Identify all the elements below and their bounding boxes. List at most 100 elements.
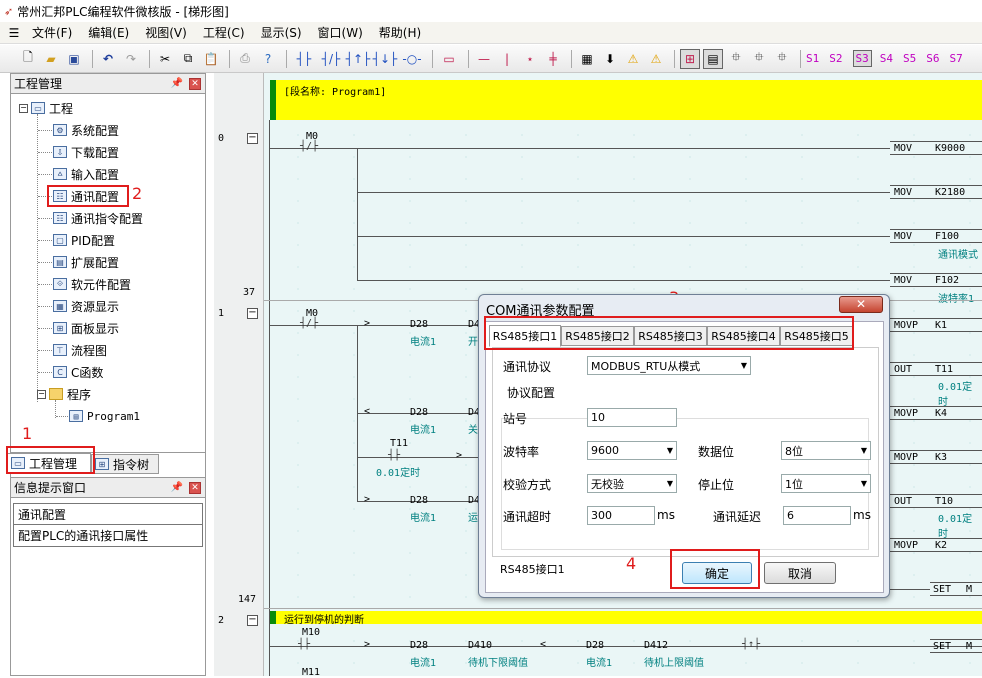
tree-item-extension-config[interactable]: ▤ 扩展配置 (53, 253, 119, 271)
compare-gt-icon[interactable]: > (364, 318, 370, 329)
pin-icon[interactable]: 📌 (171, 482, 183, 493)
protocol-select[interactable]: MODBUS_RTU从模式 ▼ (587, 356, 751, 375)
undo-icon[interactable]: ↶ (98, 49, 118, 69)
no-contact-icon[interactable]: ┤├ (298, 639, 310, 650)
horizontal-line-icon[interactable]: — (474, 49, 494, 69)
collapse-rung-icon[interactable]: − (247, 615, 258, 626)
compare-lt-icon[interactable]: < (540, 639, 546, 650)
redo-icon[interactable]: ↷ (121, 49, 141, 69)
contact-fall-icon[interactable]: ┤↓├ (373, 49, 398, 69)
menu-window[interactable]: 窗口(W) (316, 23, 365, 42)
cancel-button[interactable]: 取消 (764, 562, 836, 584)
cmd-box[interactable]: OUT T11 (890, 362, 982, 376)
module-icon[interactable]: ⯐ (772, 49, 792, 69)
close-icon[interactable]: ✕ (189, 77, 201, 90)
save-icon[interactable]: ▣ (64, 49, 84, 69)
copy-icon[interactable]: ⧉ (178, 49, 198, 69)
station-input[interactable]: 10 (587, 408, 677, 427)
menu-project[interactable]: 工程(C) (201, 23, 247, 42)
cmd-box[interactable]: SET M (930, 582, 982, 596)
new-file-icon[interactable]: 🗋 (18, 49, 38, 69)
compare-gt-icon[interactable]: > (364, 639, 370, 650)
menu-edit[interactable]: 编辑(E) (86, 23, 131, 42)
tab-instruction-tree[interactable]: ⊞ 指令树 (91, 454, 159, 474)
chip-icon[interactable]: ⯐ (726, 49, 746, 69)
menu-help[interactable]: 帮助(H) (377, 23, 423, 42)
cmd-box[interactable]: OUT T10 (890, 494, 982, 508)
s3-button[interactable]: S3 (852, 50, 872, 67)
dialog-close-button[interactable]: ✕ (839, 296, 883, 313)
collapse-icon[interactable]: − (37, 389, 46, 399)
contact-rise-icon[interactable]: ┤↑├ (346, 49, 371, 69)
menu-display[interactable]: 显示(S) (259, 23, 304, 42)
warning-icon[interactable]: ⚠ (623, 49, 643, 69)
s7-button[interactable]: S7 (950, 52, 963, 65)
tree-item-resource-display[interactable]: ▦ 资源显示 (53, 297, 119, 315)
compare-gt-icon[interactable]: > (456, 450, 462, 461)
s6-button[interactable]: S6 (926, 52, 939, 65)
cmd-box[interactable]: MOV K2180 (890, 185, 982, 199)
cmd-box[interactable]: SET M (930, 639, 982, 653)
download-icon[interactable]: ⬇ (600, 49, 620, 69)
print-icon[interactable]: ⎙ (235, 49, 255, 69)
s5-button[interactable]: S5 (903, 52, 916, 65)
tree-item-panel-display[interactable]: ⊞ 面板显示 (53, 319, 119, 337)
cmd-box[interactable]: MOVP K1 (890, 318, 982, 332)
nc-contact-icon[interactable]: ┤/├ (300, 141, 318, 152)
warning-alt-icon[interactable]: ⚠ (646, 49, 666, 69)
nc-contact-icon[interactable]: ┤/├ (300, 318, 318, 329)
timeout-input[interactable]: 300 (587, 506, 655, 525)
tree-item-soft-element-config[interactable]: ⟐ 软元件配置 (53, 275, 131, 293)
contact-no-icon[interactable]: ┤├ (292, 49, 316, 69)
tree-root[interactable]: − ▭ 工程 (19, 99, 73, 117)
tree-item-c-function[interactable]: C C函数 (53, 363, 103, 381)
contact-nc-icon[interactable]: ┤/├ (319, 49, 343, 69)
cmd-box[interactable]: MOVP K3 (890, 450, 982, 464)
s4-button[interactable]: S4 (880, 52, 893, 65)
collapse-rung-icon[interactable]: − (247, 133, 258, 144)
cut-icon[interactable]: ✂ (155, 49, 175, 69)
paste-icon[interactable]: 📋 (201, 49, 221, 69)
tree-item-system-config[interactable]: ⚙ 系统配置 (53, 121, 119, 139)
no-contact-icon[interactable]: ┤├ (388, 450, 400, 461)
databits-select[interactable]: 8位 ▼ (781, 441, 871, 460)
tree-item-pid-config[interactable]: ▢ PID配置 (53, 231, 115, 249)
coil-icon[interactable]: -○- (400, 49, 424, 69)
s1-button[interactable]: S1 (806, 52, 819, 65)
rising-edge-contact-icon[interactable]: ┤↑├ (742, 639, 760, 650)
menu-file[interactable]: 文件(F) (30, 23, 74, 42)
tree-item-flowchart[interactable]: ⊤ 流程图 (53, 341, 107, 359)
tree-item-comm-command-config[interactable]: ☷ 通讯指令配置 (53, 209, 143, 227)
help-icon[interactable]: ? (258, 49, 278, 69)
tree-item-download-config[interactable]: ⇩ 下载配置 (53, 143, 119, 161)
close-icon[interactable]: ✕ (189, 481, 201, 494)
open-folder-icon[interactable]: ▰ (41, 49, 61, 69)
ladder-view-icon[interactable]: ▤ (703, 48, 723, 69)
menu-view[interactable]: 视图(V) (143, 23, 189, 42)
delay-input[interactable]: 6 (783, 506, 851, 525)
cmd-box[interactable]: MOV F102 (890, 273, 982, 287)
cmd-box[interactable]: MOVP K4 (890, 406, 982, 420)
chip-alt-icon[interactable]: ⯐ (749, 49, 769, 69)
delete-hline-icon[interactable]: ⋆ (520, 49, 540, 69)
compare-gt-icon[interactable]: > (364, 494, 370, 505)
pin-icon[interactable]: 📌 (171, 78, 183, 89)
function-block-icon[interactable]: ▭ (438, 49, 460, 69)
monitor-icon[interactable]: ⊞ (680, 48, 700, 69)
menu-app-icon[interactable]: ☰ (6, 23, 22, 43)
compare-lt-icon[interactable]: < (364, 406, 370, 417)
parity-select[interactable]: 无校验 ▼ (587, 474, 677, 493)
tree-item-input-config[interactable]: ⩟ 输入配置 (53, 165, 119, 183)
stopbits-select[interactable]: 1位 ▼ (781, 474, 871, 493)
cmd-box[interactable]: MOV F100 (890, 229, 982, 243)
s2-button[interactable]: S2 (829, 52, 842, 65)
collapse-icon[interactable]: − (19, 103, 28, 113)
cmd-box[interactable]: MOVP K2 (890, 538, 982, 552)
vertical-line-icon[interactable]: | (497, 49, 517, 69)
tree-item-program1[interactable]: ▤ Program1 (69, 407, 140, 425)
baud-select[interactable]: 9600 ▼ (587, 441, 677, 460)
cmd-box[interactable]: MOV K9000 (890, 141, 982, 155)
delete-vline-icon[interactable]: ╪ (543, 49, 563, 69)
collapse-rung-icon[interactable]: − (247, 308, 258, 319)
tree-folder-program[interactable]: − 程序 (37, 385, 91, 403)
